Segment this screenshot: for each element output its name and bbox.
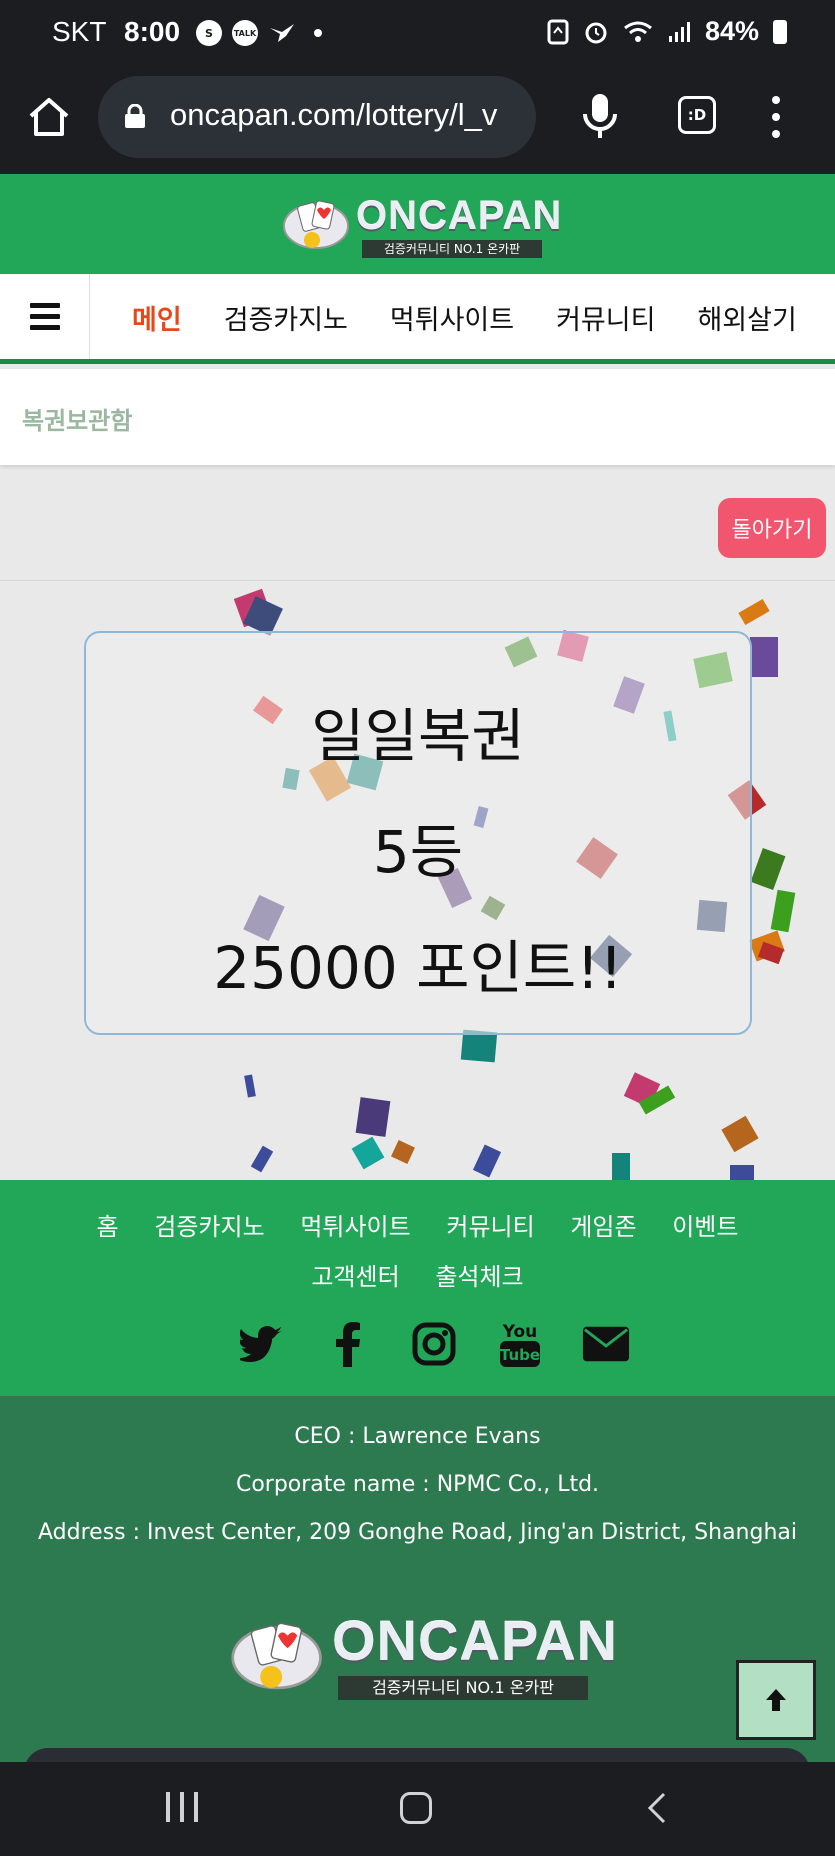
footer-links: 홈 검증카지노 먹튀사이트 커뮤니티 게임존 이벤트 고객센터 출석체크 — [0, 1202, 835, 1302]
signal-icon — [668, 21, 690, 42]
twitter-icon[interactable] — [238, 1320, 286, 1368]
lottery-result-card: 일일복권 5등 25000 포인트!! — [84, 631, 752, 1035]
lottery-rank: 5등 — [372, 818, 464, 886]
bird-icon — [270, 24, 294, 42]
back-button[interactable]: 돌아가기 — [718, 498, 826, 558]
confetti-piece — [391, 1140, 415, 1164]
site-header: ONCAPAN 검증커뮤니티 NO.1 온카판 — [0, 174, 835, 274]
browser-bottom-sheet-handle — [24, 1748, 810, 1762]
system-back-icon[interactable] — [640, 1790, 676, 1826]
footer-link-attendance[interactable]: 출석체크 — [435, 1263, 523, 1291]
logo-wordmark: ONCAPAN — [332, 1609, 618, 1672]
footer-link-scam-sites[interactable]: 먹튀사이트 — [300, 1213, 410, 1241]
footer-link-customer-center[interactable]: 고객센터 — [311, 1263, 399, 1291]
wifi-icon — [624, 21, 652, 42]
corporate-info: Corporate name : NPMC Co., Ltd. — [235, 1472, 600, 1497]
recent-apps-icon[interactable] — [166, 1792, 198, 1822]
system-nav-bar — [0, 1762, 835, 1856]
svg-text:Tube: Tube — [500, 1346, 540, 1364]
address-bar[interactable]: oncapan.com/lottery/l_v — [98, 76, 536, 158]
youtube-icon[interactable]: You Tube — [496, 1320, 544, 1368]
mail-icon[interactable] — [582, 1320, 630, 1368]
lock-icon — [125, 104, 145, 128]
scroll-to-top-button[interactable] — [736, 1660, 816, 1740]
confetti-piece — [770, 889, 796, 933]
ceo-info: CEO : Lawrence Evans — [294, 1424, 541, 1449]
url-text[interactable]: oncapan.com/lottery/l_v — [170, 97, 526, 133]
confetti-piece — [244, 1074, 256, 1098]
confetti-piece — [750, 847, 786, 891]
lottery-result-area: 일일복권 5등 25000 포인트!! — [0, 580, 835, 1180]
facebook-icon[interactable] — [324, 1320, 372, 1368]
cards-logo-icon — [283, 200, 349, 249]
confetti-piece — [738, 598, 770, 626]
home-icon[interactable] — [26, 94, 72, 140]
nav-scroll: 메인 검증카지노 먹튀사이트 커뮤니티 해외살기 — [92, 274, 835, 359]
main-nav: 메인 검증카지노 먹튀사이트 커뮤니티 해외살기 — [0, 274, 835, 364]
tabs-button[interactable]: :D — [678, 96, 716, 134]
web-page: ONCAPAN 검증커뮤니티 NO.1 온카판 메인 검증카지노 먹튀사이트 커… — [0, 174, 835, 1762]
cards-logo-icon — [231, 1622, 322, 1690]
hamburger-menu-icon[interactable] — [0, 274, 90, 359]
notification-icons: S TALK — [196, 20, 322, 46]
footer-link-home[interactable]: 홈 — [97, 1213, 119, 1241]
site-footer: 홈 검증카지노 먹튀사이트 커뮤니티 게임존 이벤트 고객센터 출석체크 You… — [0, 1180, 835, 1396]
footer-link-game-zone[interactable]: 게임존 — [570, 1213, 636, 1241]
confetti-piece — [355, 1097, 391, 1137]
more-menu-icon[interactable] — [770, 96, 782, 138]
address-info: Address : Invest Center, 209 Gonghe Road… — [38, 1520, 797, 1545]
recycle-icon — [547, 19, 569, 44]
confetti-piece — [750, 637, 778, 677]
microphone-icon[interactable] — [580, 92, 620, 142]
footer-link-verified-casino[interactable]: 검증카지노 — [154, 1213, 264, 1241]
footer-logo[interactable]: ONCAPAN 검증커뮤니티 NO.1 온카판 — [230, 1606, 617, 1706]
footer-link-community[interactable]: 커뮤니티 — [446, 1213, 534, 1241]
nav-item-overseas-living[interactable]: 해외살기 — [697, 298, 796, 337]
lottery-name: 일일복권 — [311, 702, 525, 770]
footer-link-events[interactable]: 이벤트 — [672, 1213, 738, 1241]
clock: 8:00 — [124, 16, 181, 47]
company-info: CEO : Lawrence Evans Corporate name : NP… — [0, 1396, 835, 1762]
logo-wordmark: ONCAPAN — [356, 194, 563, 238]
nav-item-main[interactable]: 메인 — [132, 298, 182, 337]
logo-tagline: 검증커뮤니티 NO.1 온카판 — [338, 1676, 588, 1700]
alarm-icon — [585, 22, 607, 43]
social-links: You Tube — [238, 1320, 630, 1368]
s-icon: S — [196, 20, 222, 46]
nav-item-scam-sites[interactable]: 먹튀사이트 — [390, 298, 514, 337]
carrier-label: SKT — [52, 16, 107, 47]
battery-percent: 84% — [704, 16, 759, 46]
confetti-piece — [730, 1165, 754, 1180]
confetti-piece — [351, 1136, 385, 1170]
lottery-prize: 25000 포인트!! — [213, 934, 623, 1002]
status-bar: SKT 8:00 S TALK 84% — [0, 0, 835, 68]
battery-icon — [773, 19, 787, 44]
svg-text:You: You — [502, 1322, 538, 1342]
confetti-piece — [250, 1145, 274, 1173]
nav-item-verified-casino[interactable]: 검증카지노 — [224, 298, 348, 337]
breadcrumb-bar: 복권보관함 — [0, 369, 835, 465]
confetti-piece — [721, 1115, 759, 1153]
confetti-piece — [472, 1144, 502, 1178]
browser-toolbar: oncapan.com/lottery/l_v :D — [0, 68, 835, 174]
status-right: 84% — [547, 16, 787, 47]
system-home-icon[interactable] — [400, 1792, 432, 1824]
more-notifications-dot — [314, 29, 322, 37]
nav-item-community[interactable]: 커뮤니티 — [556, 298, 655, 337]
instagram-icon[interactable] — [410, 1320, 458, 1368]
logo-tagline: 검증커뮤니티 NO.1 온카판 — [362, 240, 542, 258]
page-title: 복권보관함 — [22, 407, 133, 435]
arrow-up-icon — [766, 1689, 786, 1711]
confetti-piece — [612, 1153, 630, 1180]
site-logo[interactable]: ONCAPAN 검증커뮤니티 NO.1 온카판 — [282, 190, 561, 260]
nav-items: 메인 검증카지노 먹튀사이트 커뮤니티 해외살기 — [132, 298, 797, 337]
talk-icon: TALK — [232, 20, 258, 46]
